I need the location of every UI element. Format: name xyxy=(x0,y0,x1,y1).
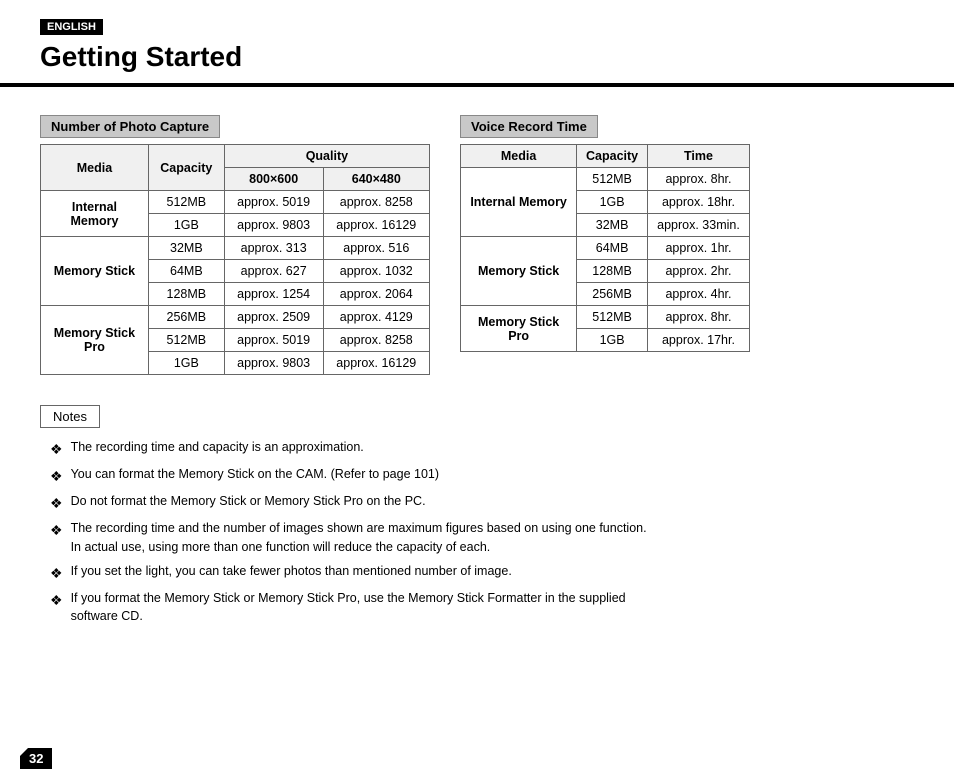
res2-col-header: 640×480 xyxy=(323,168,429,191)
photo-capture-section: Number of Photo Capture Media Capacity Q… xyxy=(40,115,430,375)
time-cell: approx. 2hr. xyxy=(647,260,749,283)
note-text: If you format the Memory Stick or Memory… xyxy=(71,589,914,627)
time-col-header: Time xyxy=(647,145,749,168)
table-row: Memory Stick 32MB approx. 313 approx. 51… xyxy=(41,237,430,260)
time-cell: approx. 18hr. xyxy=(647,191,749,214)
bullet-icon: ❖ xyxy=(50,493,63,514)
language-badge: ENGLISH xyxy=(40,19,103,35)
table-row: Memory StickPro 512MB approx. 8hr. xyxy=(461,306,750,329)
capacity-cell: 32MB xyxy=(148,237,224,260)
page-number: 32 xyxy=(20,748,52,769)
table-row: Internal Memory 512MB approx. 8hr. xyxy=(461,168,750,191)
note-text: You can format the Memory Stick on the C… xyxy=(71,465,914,484)
list-item: ❖ The recording time and the number of i… xyxy=(50,519,914,557)
val2-cell: approx. 4129 xyxy=(323,306,429,329)
media-cell: InternalMemory xyxy=(41,191,149,237)
note-text: Do not format the Memory Stick or Memory… xyxy=(71,492,914,511)
capacity-cell: 1GB xyxy=(577,191,648,214)
time-cell: approx. 17hr. xyxy=(647,329,749,352)
table-row: Memory StickPro 256MB approx. 2509 appro… xyxy=(41,306,430,329)
table-row: Memory Stick 64MB approx. 1hr. xyxy=(461,237,750,260)
time-cell: approx. 8hr. xyxy=(647,168,749,191)
list-item: ❖ The recording time and capacity is an … xyxy=(50,438,914,460)
val1-cell: approx. 627 xyxy=(224,260,323,283)
main-content: Number of Photo Capture Media Capacity Q… xyxy=(0,87,954,651)
val2-cell: approx. 2064 xyxy=(323,283,429,306)
res1-col-header: 800×600 xyxy=(224,168,323,191)
capacity-cell: 64MB xyxy=(148,260,224,283)
media-cell: Memory Stick xyxy=(461,237,577,306)
list-item: ❖ If you format the Memory Stick or Memo… xyxy=(50,589,914,627)
note-text: The recording time and the number of ima… xyxy=(71,519,914,557)
media-cell: Memory Stick xyxy=(41,237,149,306)
bullet-icon: ❖ xyxy=(50,466,63,487)
val1-cell: approx. 1254 xyxy=(224,283,323,306)
notes-list: ❖ The recording time and capacity is an … xyxy=(40,438,914,626)
time-cell: approx. 33min. xyxy=(647,214,749,237)
bullet-icon: ❖ xyxy=(50,520,63,541)
capacity-cell: 64MB xyxy=(577,237,648,260)
bullet-icon: ❖ xyxy=(50,590,63,611)
media-cell: Internal Memory xyxy=(461,168,577,237)
capacity-cell: 512MB xyxy=(577,168,648,191)
capacity-cell: 256MB xyxy=(577,283,648,306)
note-text: If you set the light, you can take fewer… xyxy=(71,562,914,581)
val2-cell: approx. 16129 xyxy=(323,214,429,237)
capacity-cell: 512MB xyxy=(148,329,224,352)
voice-table: Media Capacity Time Internal Memory 512M… xyxy=(460,144,750,352)
val2-cell: approx. 16129 xyxy=(323,352,429,375)
media-cell: Memory StickPro xyxy=(41,306,149,375)
notes-header: Notes xyxy=(40,405,100,428)
time-cell: approx. 4hr. xyxy=(647,283,749,306)
tables-row: Number of Photo Capture Media Capacity Q… xyxy=(40,115,914,375)
val1-cell: approx. 5019 xyxy=(224,329,323,352)
time-cell: approx. 8hr. xyxy=(647,306,749,329)
time-cell: approx. 1hr. xyxy=(647,237,749,260)
quality-col-header: Quality xyxy=(224,145,429,168)
val2-cell: approx. 8258 xyxy=(323,191,429,214)
photo-table: Media Capacity Quality 800×600 640×480 I… xyxy=(40,144,430,375)
capacity-col-header: Capacity xyxy=(577,145,648,168)
list-item: ❖ You can format the Memory Stick on the… xyxy=(50,465,914,487)
list-item: ❖ If you set the light, you can take few… xyxy=(50,562,914,584)
capacity-col-header: Capacity xyxy=(148,145,224,191)
voice-section-header: Voice Record Time xyxy=(460,115,598,138)
note-text: The recording time and capacity is an ap… xyxy=(71,438,914,457)
bullet-icon: ❖ xyxy=(50,563,63,584)
capacity-cell: 256MB xyxy=(148,306,224,329)
media-col-header: Media xyxy=(461,145,577,168)
capacity-cell: 1GB xyxy=(577,329,648,352)
notes-section: Notes ❖ The recording time and capacity … xyxy=(40,405,914,626)
voice-record-section: Voice Record Time Media Capacity Time In… xyxy=(460,115,750,352)
table-row: InternalMemory 512MB approx. 5019 approx… xyxy=(41,191,430,214)
capacity-cell: 1GB xyxy=(148,352,224,375)
val1-cell: approx. 9803 xyxy=(224,214,323,237)
val1-cell: approx. 313 xyxy=(224,237,323,260)
media-cell: Memory StickPro xyxy=(461,306,577,352)
capacity-cell: 32MB xyxy=(577,214,648,237)
val2-cell: approx. 1032 xyxy=(323,260,429,283)
media-col-header: Media xyxy=(41,145,149,191)
capacity-cell: 512MB xyxy=(148,191,224,214)
val1-cell: approx. 2509 xyxy=(224,306,323,329)
list-item: ❖ Do not format the Memory Stick or Memo… xyxy=(50,492,914,514)
bullet-icon: ❖ xyxy=(50,439,63,460)
capacity-cell: 512MB xyxy=(577,306,648,329)
val2-cell: approx. 8258 xyxy=(323,329,429,352)
val2-cell: approx. 516 xyxy=(323,237,429,260)
page-header: ENGLISH Getting Started xyxy=(0,0,954,85)
capacity-cell: 1GB xyxy=(148,214,224,237)
page-title: Getting Started xyxy=(40,41,914,73)
capacity-cell: 128MB xyxy=(577,260,648,283)
val1-cell: approx. 9803 xyxy=(224,352,323,375)
photo-section-header: Number of Photo Capture xyxy=(40,115,220,138)
capacity-cell: 128MB xyxy=(148,283,224,306)
val1-cell: approx. 5019 xyxy=(224,191,323,214)
